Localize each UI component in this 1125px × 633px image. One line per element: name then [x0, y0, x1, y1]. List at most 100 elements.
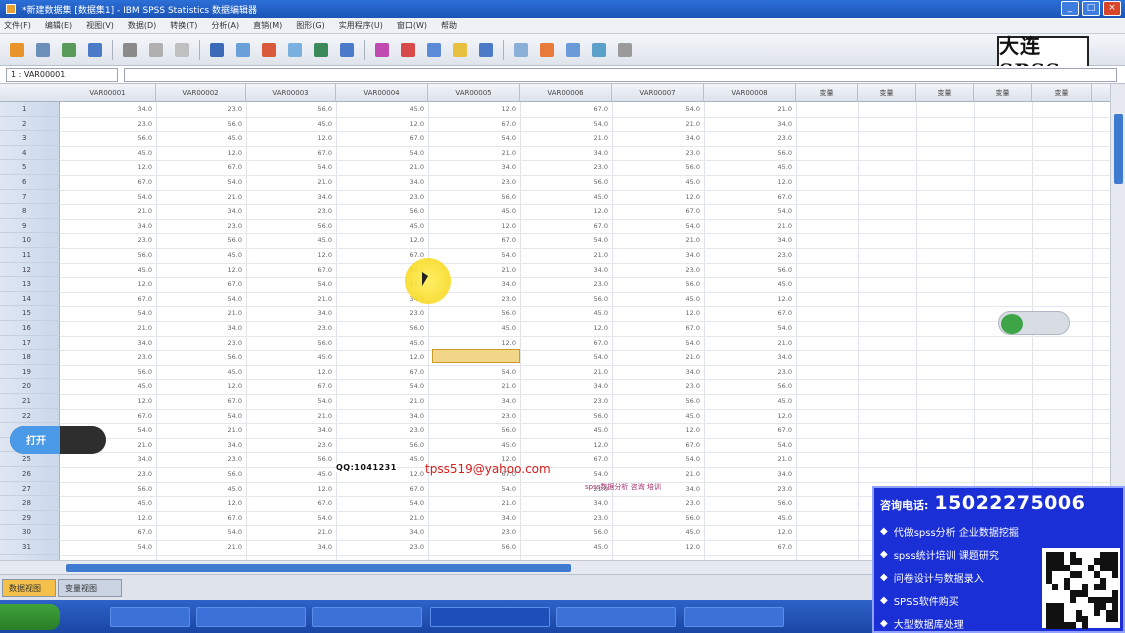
- table-cell[interactable]: 23.0: [568, 277, 608, 291]
- toolbar-button-open[interactable]: [6, 39, 28, 61]
- table-cell[interactable]: 45.0: [112, 146, 152, 160]
- table-cell[interactable]: 54.0: [752, 204, 792, 218]
- menu-item-9[interactable]: 窗口(W): [397, 20, 427, 31]
- table-cell[interactable]: 21.0: [660, 467, 700, 481]
- table-cell[interactable]: 56.0: [112, 365, 152, 379]
- table-cell[interactable]: 12.0: [476, 219, 516, 233]
- table-cell[interactable]: 23.0: [292, 321, 332, 335]
- table-cell[interactable]: 12.0: [660, 190, 700, 204]
- taskbar-item[interactable]: [312, 607, 422, 627]
- table-cell[interactable]: 56.0: [292, 219, 332, 233]
- table-cell[interactable]: 34.0: [568, 263, 608, 277]
- table-cell[interactable]: 12.0: [292, 365, 332, 379]
- table-cell[interactable]: 21.0: [568, 365, 608, 379]
- table-cell[interactable]: 34.0: [476, 160, 516, 174]
- table-cell[interactable]: 12.0: [568, 438, 608, 452]
- table-cell[interactable]: 67.0: [476, 233, 516, 247]
- row-header[interactable]: 14: [0, 292, 60, 307]
- toolbar-button-goto-case[interactable]: [171, 39, 193, 61]
- table-cell[interactable]: 23.0: [112, 117, 152, 131]
- toolbar-button-split-file[interactable]: [336, 39, 358, 61]
- table-cell[interactable]: 56.0: [660, 277, 700, 291]
- table-cell[interactable]: 23.0: [384, 190, 424, 204]
- table-cell[interactable]: 56.0: [202, 117, 242, 131]
- table-cell[interactable]: 23.0: [476, 292, 516, 306]
- table-cell[interactable]: 67.0: [384, 365, 424, 379]
- table-cell[interactable]: 45.0: [476, 321, 516, 335]
- table-cell[interactable]: 45.0: [752, 277, 792, 291]
- table-cell[interactable]: 45.0: [292, 233, 332, 247]
- table-cell[interactable]: 45.0: [568, 423, 608, 437]
- toolbar-button-dialog-recall[interactable]: [84, 39, 106, 61]
- column-header[interactable]: VAR00008: [704, 84, 796, 102]
- table-cell[interactable]: 23.0: [476, 525, 516, 539]
- table-cell[interactable]: 21.0: [202, 423, 242, 437]
- table-cell[interactable]: 45.0: [660, 292, 700, 306]
- table-cell[interactable]: 21.0: [292, 175, 332, 189]
- table-cell[interactable]: 21.0: [112, 438, 152, 452]
- table-cell[interactable]: 67.0: [202, 160, 242, 174]
- table-cell[interactable]: 54.0: [752, 321, 792, 335]
- table-cell[interactable]: 21.0: [384, 511, 424, 525]
- table-cell[interactable]: 45.0: [112, 496, 152, 510]
- row-header[interactable]: 8: [0, 204, 60, 219]
- table-cell[interactable]: 67.0: [292, 263, 332, 277]
- table-cell[interactable]: 34.0: [384, 175, 424, 189]
- table-cell[interactable]: 12.0: [112, 277, 152, 291]
- table-cell[interactable]: 34.0: [660, 365, 700, 379]
- table-cell[interactable]: 67.0: [292, 496, 332, 510]
- table-cell[interactable]: 12.0: [568, 321, 608, 335]
- table-cell[interactable]: 34.0: [112, 219, 152, 233]
- table-cell[interactable]: 56.0: [202, 350, 242, 364]
- table-cell[interactable]: 21.0: [112, 204, 152, 218]
- menu-item-1[interactable]: 编辑(E): [45, 20, 72, 31]
- table-cell[interactable]: 67.0: [112, 525, 152, 539]
- table-cell[interactable]: 67.0: [112, 175, 152, 189]
- table-cell[interactable]: 56.0: [476, 190, 516, 204]
- toolbar-button-weight-cases[interactable]: [371, 39, 393, 61]
- table-cell[interactable]: 23.0: [476, 175, 516, 189]
- column-header[interactable]: VAR00003: [246, 84, 336, 102]
- table-cell[interactable]: 45.0: [202, 482, 242, 496]
- table-cell[interactable]: 21.0: [568, 131, 608, 145]
- table-cell[interactable]: 34.0: [112, 102, 152, 116]
- table-cell[interactable]: 54.0: [292, 160, 332, 174]
- row-header[interactable]: 11: [0, 248, 60, 263]
- table-cell[interactable]: 21.0: [568, 248, 608, 262]
- table-cell[interactable]: 12.0: [112, 511, 152, 525]
- table-cell[interactable]: 12.0: [752, 409, 792, 423]
- table-cell[interactable]: 12.0: [202, 379, 242, 393]
- menu-item-6[interactable]: 直销(M): [253, 20, 282, 31]
- table-cell[interactable]: 23.0: [660, 146, 700, 160]
- maximize-button[interactable]: □: [1082, 1, 1100, 16]
- table-cell[interactable]: 21.0: [476, 263, 516, 277]
- table-cell[interactable]: 67.0: [568, 452, 608, 466]
- table-cell[interactable]: 45.0: [752, 511, 792, 525]
- table-cell[interactable]: 34.0: [660, 482, 700, 496]
- table-cell[interactable]: 67.0: [292, 146, 332, 160]
- table-cell[interactable]: 45.0: [384, 336, 424, 350]
- table-cell[interactable]: 54.0: [568, 350, 608, 364]
- table-cell[interactable]: 21.0: [292, 409, 332, 423]
- table-cell[interactable]: 56.0: [384, 438, 424, 452]
- tab-variable-view[interactable]: 变量视图: [58, 579, 122, 597]
- table-cell[interactable]: 54.0: [112, 190, 152, 204]
- table-cell[interactable]: 12.0: [660, 306, 700, 320]
- table-cell[interactable]: 34.0: [752, 467, 792, 481]
- table-cell[interactable]: 23.0: [752, 131, 792, 145]
- table-cell[interactable]: 45.0: [568, 540, 608, 554]
- table-cell[interactable]: 56.0: [660, 394, 700, 408]
- toolbar-button-select-cases[interactable]: [397, 39, 419, 61]
- table-cell[interactable]: 12.0: [568, 204, 608, 218]
- table-cell[interactable]: 54.0: [112, 306, 152, 320]
- taskbar-item[interactable]: [556, 607, 676, 627]
- table-cell[interactable]: 56.0: [568, 292, 608, 306]
- table-cell[interactable]: 12.0: [476, 102, 516, 116]
- table-cell[interactable]: 56.0: [660, 160, 700, 174]
- table-cell[interactable]: 34.0: [660, 131, 700, 145]
- table-cell[interactable]: 12.0: [202, 263, 242, 277]
- table-cell[interactable]: 12.0: [752, 525, 792, 539]
- table-cell[interactable]: 56.0: [476, 423, 516, 437]
- table-cell[interactable]: 56.0: [568, 175, 608, 189]
- table-cell[interactable]: 67.0: [752, 306, 792, 320]
